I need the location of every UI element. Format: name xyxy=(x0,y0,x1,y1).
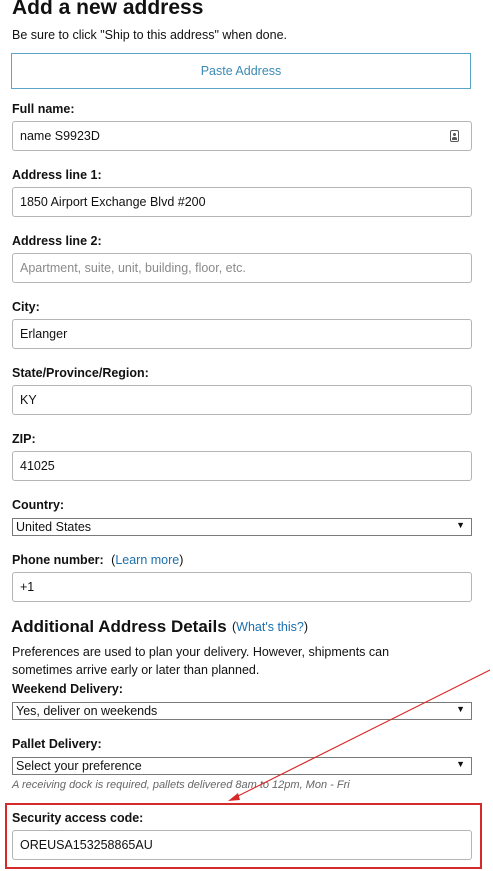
annotation-arrow xyxy=(228,669,491,801)
